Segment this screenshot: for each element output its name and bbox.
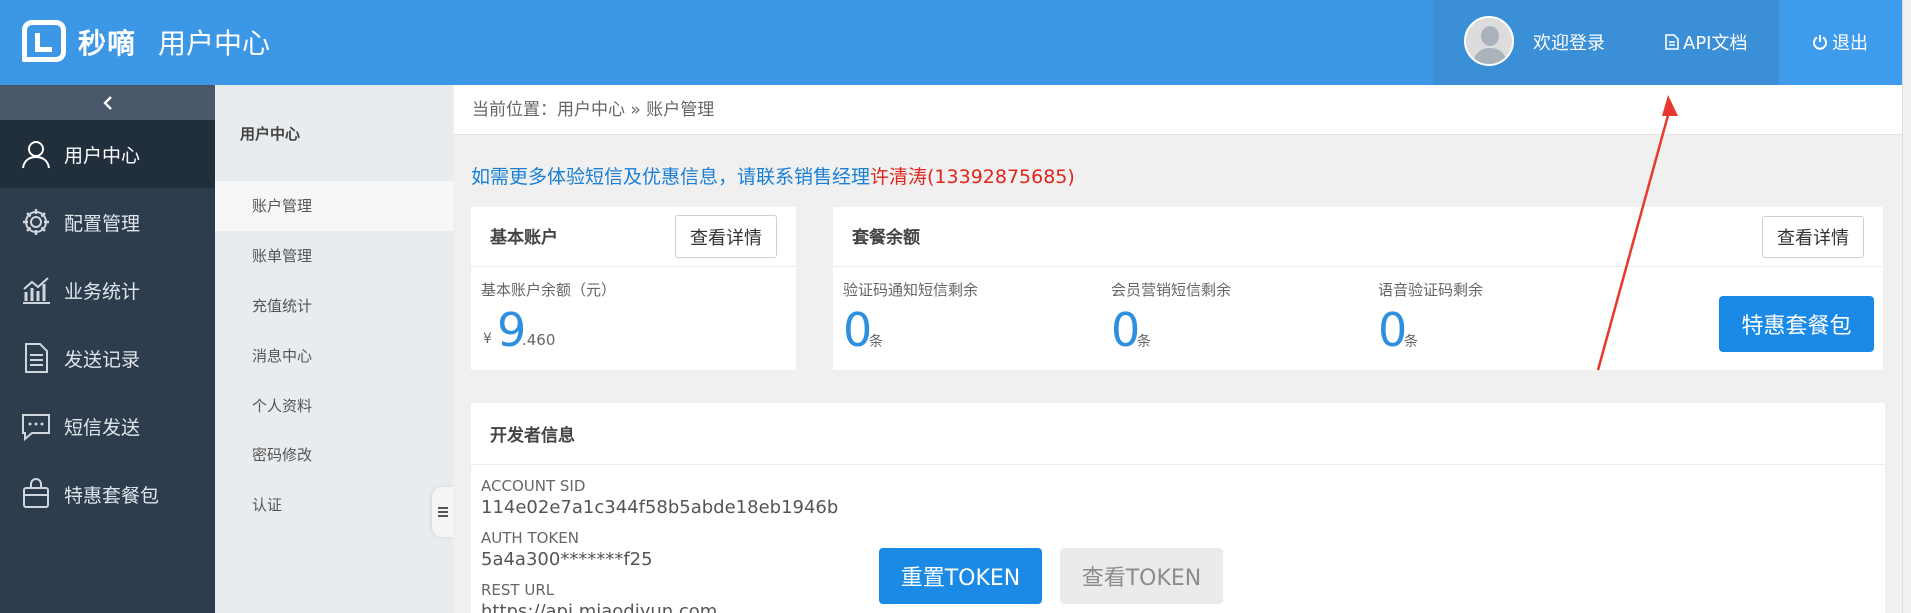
rest-url-label: REST URL [481,581,555,599]
sidebar: 用户中心 配置管理 业务统计 发送记录 短信发送 特惠套餐包 [0,85,215,613]
contact-notice: 如需更多体验短信及优惠信息，请联系销售经理许清涛(13392875685) [471,162,1075,189]
balance-decimal: .460 [522,331,556,349]
submenu-item-messages[interactable]: 消息中心 [215,331,453,381]
submenu-item-bills[interactable]: 账单管理 [215,231,453,281]
package-item-label: 会员营销短信剩余 [1111,281,1232,299]
sidebar-item-sms-send[interactable]: 短信发送 [0,392,215,460]
divider [471,464,1885,465]
sidebar-item-label: 短信发送 [64,416,141,439]
developer-info-card: 开发者信息 ACCOUNT SID 114e02e7a1c344f58b5abd… [471,403,1885,613]
app-title: 用户中心 [158,27,271,60]
divider [833,266,1883,267]
logout-area: 退出 [1779,0,1903,85]
api-doc-label: API文档 [1683,33,1748,54]
balance-label: 基本账户余额（元） [481,281,617,299]
sidebar-item-stats[interactable]: 业务统计 [0,256,215,324]
avatar[interactable] [1464,16,1514,66]
account-sid-label: ACCOUNT SID [481,477,586,495]
card-title: 基本账户 [490,228,558,248]
api-doc-link[interactable]: API文档 [1665,29,1747,55]
auth-token-label: AUTH TOKEN [481,529,579,547]
auth-token-value: 5a4a300*******f25 [481,549,653,570]
sidebar-item-user-center[interactable]: 用户中心 [0,120,215,188]
card-title: 套餐余额 [852,228,920,248]
welcome-link[interactable]: 欢迎登录 [1533,29,1605,55]
package-item-label: 验证码通知短信剩余 [843,281,979,299]
basic-account-card: 基本账户 查看详情 基本账户余额（元） ¥ 9 .460 [471,207,796,370]
package-item-value: 0 [843,303,873,357]
submenu-item-account[interactable]: 账户管理 [215,181,453,231]
submenu: 用户中心 账户管理 账单管理 充值统计 消息中心 个人资料 密码修改 认证 [215,85,453,613]
sidebar-item-label: 业务统计 [64,280,141,303]
user-icon [22,141,50,169]
package-balance-card: 套餐余额 查看详情 验证码通知短信剩余 0 条 会员营销短信剩余 0 条 语音验… [833,207,1883,370]
document-icon [1665,34,1679,50]
sidebar-item-label: 配置管理 [64,212,141,235]
sidebar-item-label: 发送记录 [64,348,141,371]
logout-button[interactable]: 退出 [1812,29,1868,55]
package-item-value: 0 [1378,303,1408,357]
sales-contact: 许清涛(13392875685) [870,166,1075,188]
package-item-label: 语音验证码剩余 [1378,281,1484,299]
basic-account-detail-button[interactable]: 查看详情 [675,215,777,258]
logo-text[interactable]: 秒嘀 [78,22,136,62]
package-detail-button[interactable]: 查看详情 [1762,216,1864,258]
notice-text: 如需更多体验短信及优惠信息，请联系销售经理 [471,166,871,188]
divider [471,266,796,267]
power-icon [1813,35,1827,50]
view-token-button[interactable]: 查看TOKEN [1060,548,1223,604]
submenu-item-verify[interactable]: 认证 [215,480,453,530]
document-icon [25,343,48,373]
package-item-unit: 条 [1404,334,1418,350]
breadcrumb: 当前位置：用户中心 » 账户管理 [454,85,1902,135]
currency-symbol: ¥ [483,331,492,347]
chevron-left-icon [102,95,112,110]
menu-icon [438,507,448,517]
chart-icon [23,277,50,304]
user-area: 欢迎登录 API文档 退出 [1433,0,1903,85]
submenu-toggle-button[interactable] [432,487,454,537]
rest-url-value: https://api.miaodiyun.com [481,601,718,613]
reset-token-button[interactable]: 重置TOKEN [879,548,1042,604]
package-item-unit: 条 [1137,334,1151,350]
scrollbar[interactable] [1902,0,1911,613]
logo-icon[interactable] [22,20,66,62]
submenu-item-profile[interactable]: 个人资料 [215,381,453,431]
sidebar-collapse-button[interactable] [0,85,215,120]
account-sid-value: 114e02e7a1c344f58b5abde18eb1946b [481,497,839,518]
top-header: 秒嘀 用户中心 欢迎登录 API文档 退出 [0,0,1903,85]
submenu-item-recharge[interactable]: 充值统计 [215,281,453,331]
sidebar-item-send-records[interactable]: 发送记录 [0,324,215,392]
sidebar-item-packages[interactable]: 特惠套餐包 [0,460,215,528]
submenu-item-password[interactable]: 密码修改 [215,430,453,480]
package-item-unit: 条 [869,334,883,350]
logout-label: 退出 [1832,33,1868,54]
submenu-title: 用户中心 [240,125,301,143]
sidebar-item-config[interactable]: 配置管理 [0,188,215,256]
card-title: 开发者信息 [490,426,575,446]
promo-package-button[interactable]: 特惠套餐包 [1719,296,1874,352]
package-item-value: 0 [1111,303,1141,357]
gear-icon [23,209,49,235]
message-icon [22,414,50,442]
sidebar-item-label: 用户中心 [64,144,141,167]
sidebar-item-label: 特惠套餐包 [64,484,160,507]
bag-icon [23,478,49,508]
